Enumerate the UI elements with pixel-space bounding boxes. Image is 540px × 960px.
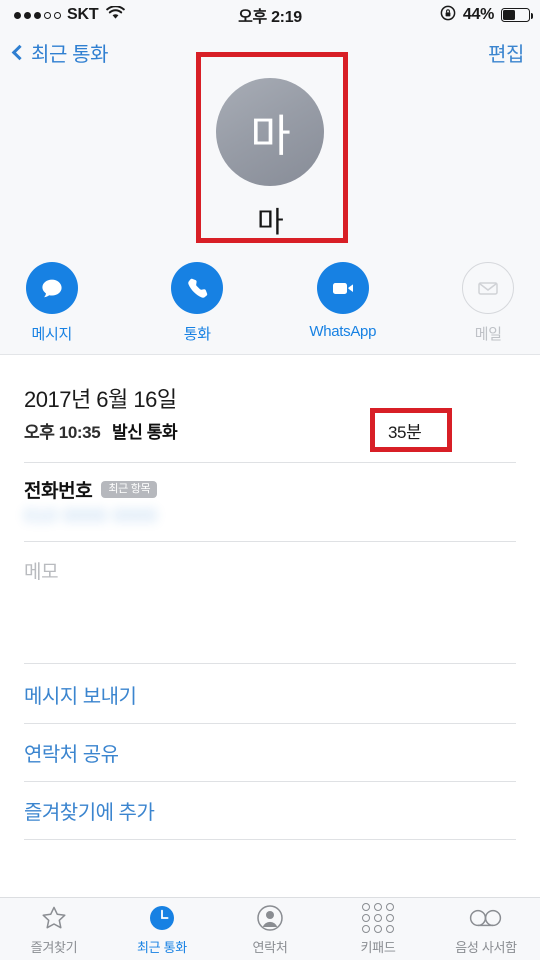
tab-bar: 즐겨찾기 최근 통화 연락처 키패드 음성 사서함 [0,897,540,960]
voicemail-icon [468,903,504,933]
row-add-favorite-label: 즐겨찾기에 추가 [24,801,155,824]
action-mail-label: 메일 [474,326,502,343]
tab-favorites-label: 즐겨찾기 [30,939,78,955]
row-share-contact-label: 연락처 공유 [24,743,119,766]
action-mail: 메일 [437,262,540,344]
action-call-label: 통화 [183,326,211,343]
star-icon [40,903,68,933]
call-record-row: 오후 10:35 발신 통화 35분 [0,418,540,452]
quick-actions: 메시지 통화 WhatsApp 메일 [0,262,540,344]
memo-field[interactable]: 메모 [24,557,59,584]
status-badge: 최근 항목 [101,481,158,498]
row-send-message[interactable]: 메시지 보내기 [0,665,540,723]
action-message[interactable]: 메시지 [0,262,104,344]
envelope-icon [462,262,515,314]
tab-favorites[interactable]: 즐겨찾기 [0,898,108,960]
person-circle-icon [256,903,284,933]
row-send-message-label: 메시지 보내기 [24,685,137,708]
back-button-label: 최근 통화 [31,43,109,66]
contact-header: 마 마 메시지 통화 WhatsApp 메일 [0,74,540,355]
row-add-favorite[interactable]: 즐겨찾기에 추가 [0,781,540,839]
tab-contacts-label: 연락처 [252,939,288,955]
phone-number-label-group: 전화번호 최근 항목 [24,476,158,503]
tab-recents-label: 최근 통화 [137,939,187,955]
clock-time: 오후 2:19 [238,9,302,26]
tab-voicemail[interactable]: 음성 사서함 [432,898,540,960]
tab-keypad-label: 키패드 [360,939,396,955]
phone-handset-icon [171,262,224,314]
call-duration: 35분 [388,423,422,442]
chevron-left-icon [11,44,28,60]
status-bar: SKT 오후 2:19 44% [0,0,540,30]
navigation-bar: 최근 통화 편집 [0,30,540,74]
edit-button-label: 편집 [488,43,524,66]
back-button[interactable]: 최근 통화 [11,30,109,74]
call-date: 2017년 6월 16일 [24,387,177,412]
edit-button[interactable]: 편집 [488,30,524,74]
action-whatsapp[interactable]: WhatsApp [291,262,395,344]
action-whatsapp-label: WhatsApp [309,323,377,340]
action-message-label: 메시지 [31,326,72,343]
avatar-block: 마 마 [0,74,540,241]
message-bubble-icon [25,262,78,314]
phone-number-label: 전화번호 [24,481,93,502]
action-call[interactable]: 통화 [146,262,250,344]
tab-keypad[interactable]: 키패드 [324,898,432,960]
battery-icon [501,8,533,22]
row-share-contact[interactable]: 연락처 공유 [0,723,540,781]
clock-icon [148,903,176,933]
keypad-grid-icon [362,902,394,933]
divider [24,462,516,463]
call-type: 발신 통화 [112,423,178,442]
tab-contacts[interactable]: 연락처 [216,898,324,960]
battery-percentage: 44% [462,6,494,23]
tab-recents[interactable]: 최근 통화 [108,898,216,960]
divider [24,663,516,664]
tab-voicemail-label: 음성 사서함 [455,939,517,955]
status-bar-right: 44% [440,0,533,30]
video-camera-icon [316,262,369,314]
phone-number-value[interactable]: 010 0000 0000 [24,506,157,528]
divider [24,541,516,542]
divider [24,839,516,840]
phone-screen: SKT 오후 2:19 44% 최근 통화 편집 마 마 메시지 통화 What… [0,0,540,960]
avatar-initial: 마 [250,112,290,161]
avatar[interactable]: 마 [216,78,324,186]
contact-name: 마 [256,207,284,239]
rotation-lock-icon [440,5,456,26]
call-time: 오후 10:35 [24,423,101,442]
